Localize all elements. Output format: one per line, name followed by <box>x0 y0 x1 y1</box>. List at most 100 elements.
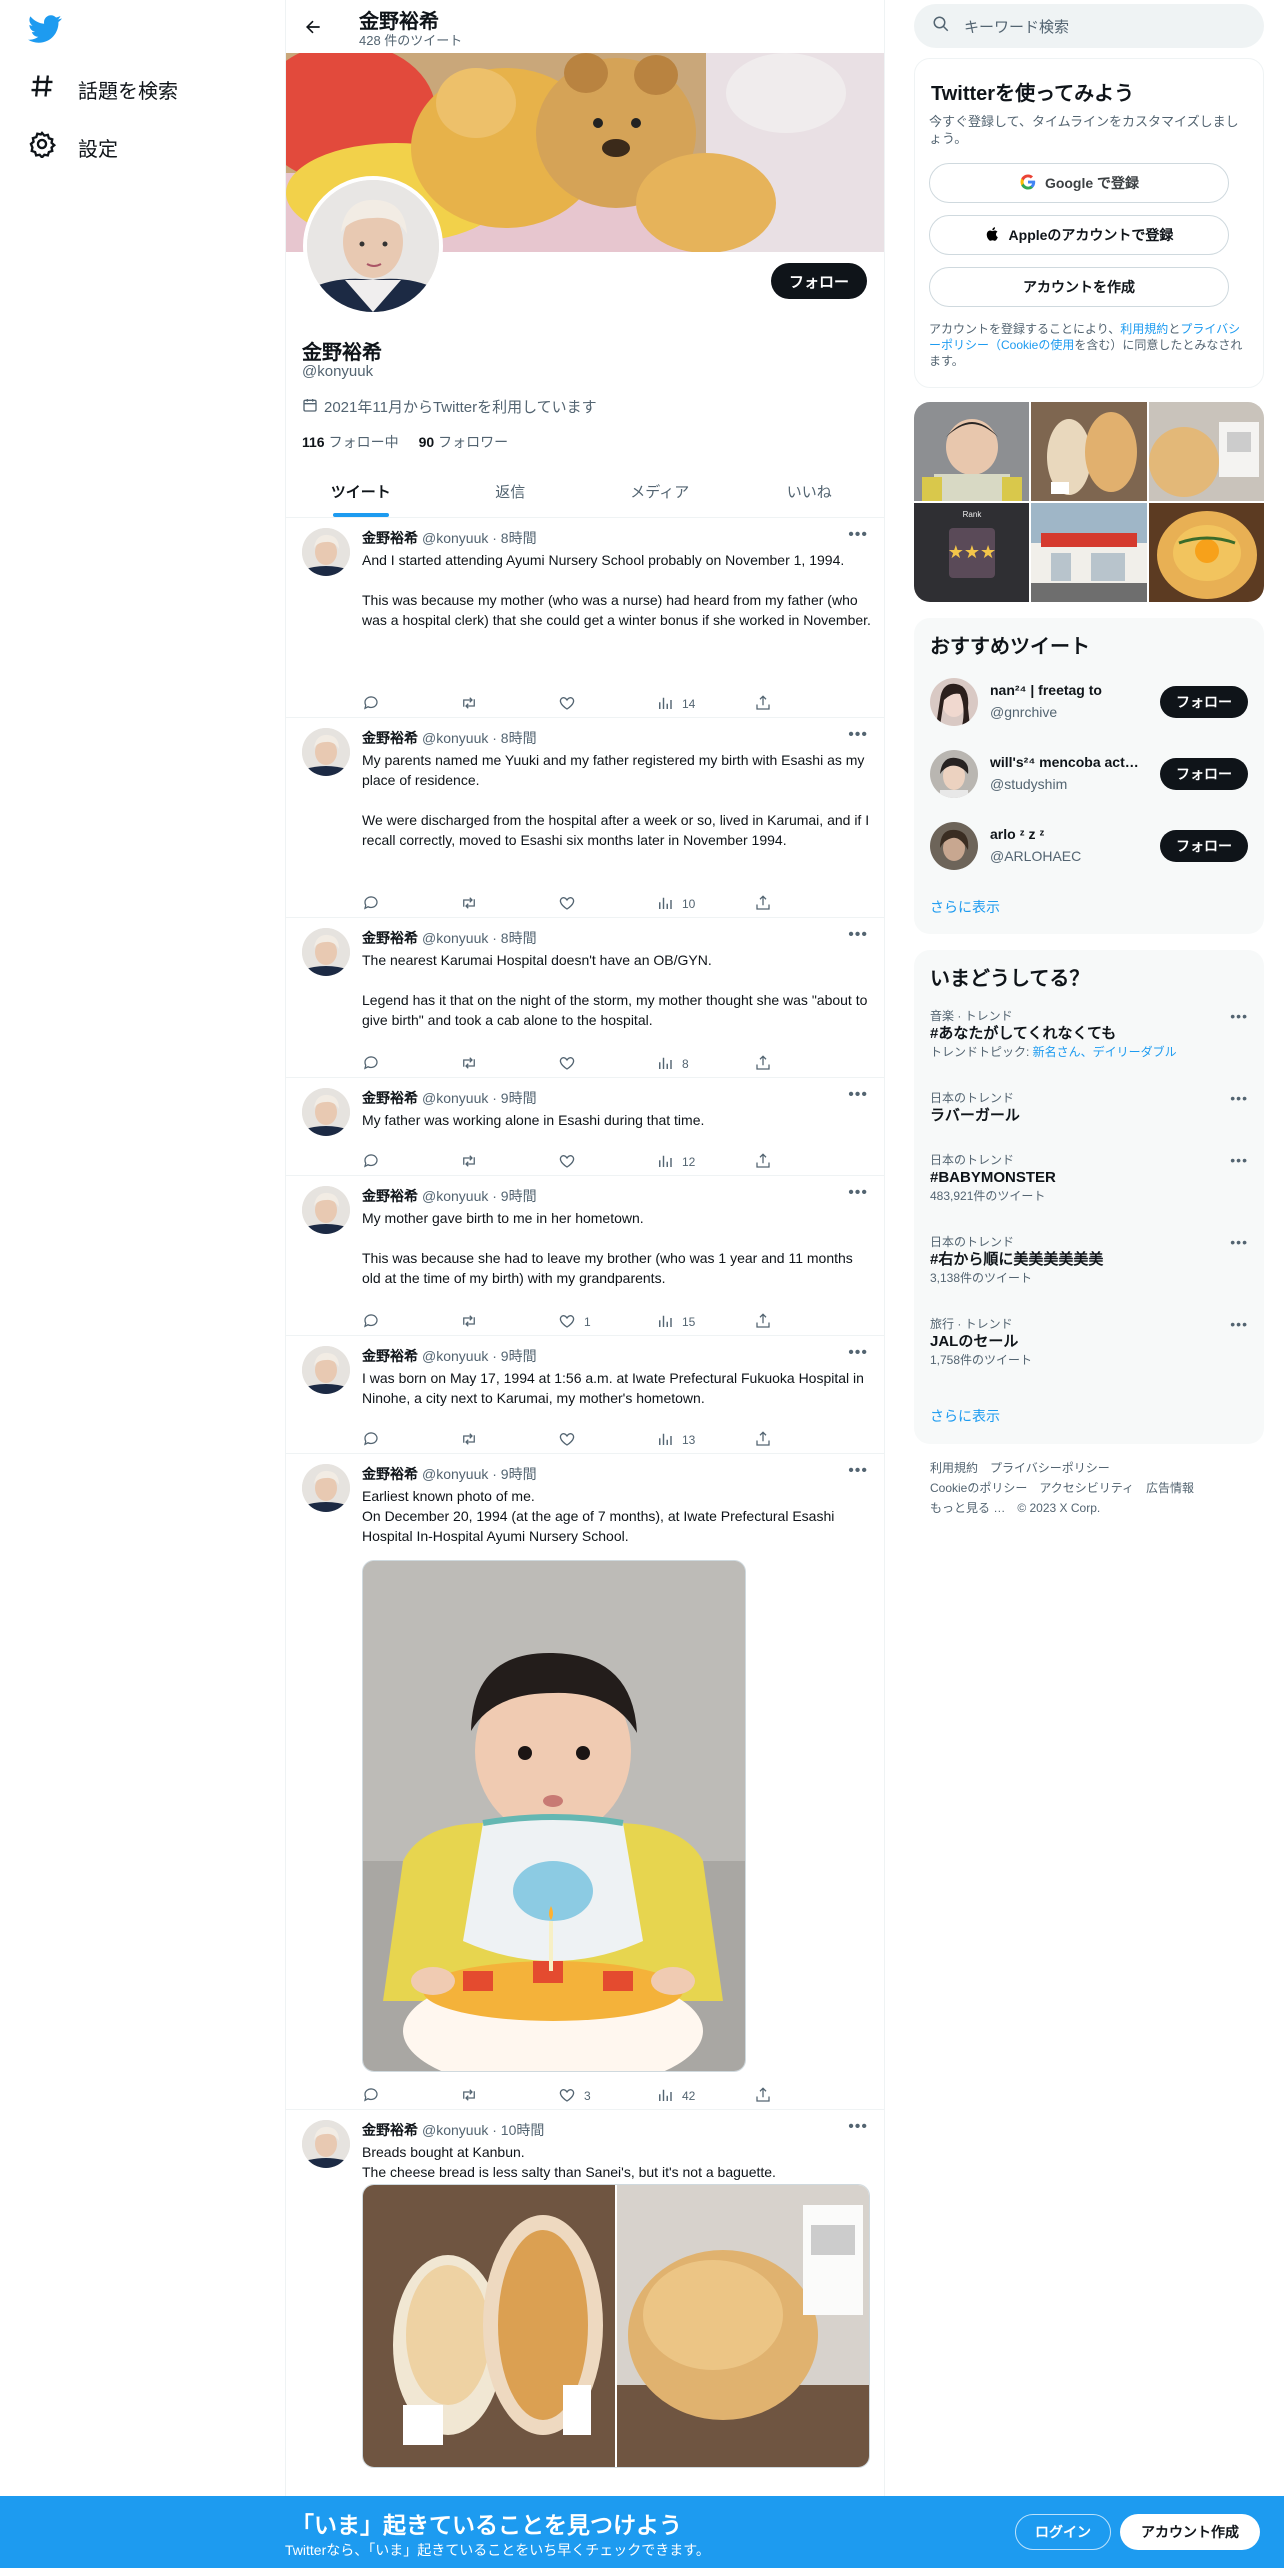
reply-button[interactable] <box>362 1312 410 1333</box>
tweet-author-name[interactable]: 金野裕希 <box>362 530 418 546</box>
tweet[interactable]: 金野裕希 @konyuuk · 8時間 ••• The nearest Karumai… <box>286 918 884 1078</box>
more-options-icon[interactable]: ••• <box>848 2118 868 2136</box>
reply-button[interactable] <box>362 1152 410 1173</box>
login-button[interactable]: ログイン <box>1015 2514 1111 2550</box>
views-button[interactable]: 15 <box>656 1312 704 1333</box>
trend-item[interactable]: 日本のトレンド ラバーガール ••• <box>930 1090 1248 1126</box>
more-options-icon[interactable]: ••• <box>848 926 868 944</box>
tweet[interactable]: 金野裕希 @konyuuk · 9時間 ••• My mother gave birt… <box>286 1176 884 1336</box>
views-button[interactable]: 8 <box>656 1054 704 1075</box>
trend-item[interactable]: 日本のトレンド #右から順に美美美美美美 3,138件のツイート ••• <box>930 1234 1248 1286</box>
tweet-photo[interactable] <box>362 2184 870 2468</box>
more-options-icon[interactable]: ••• <box>848 1086 868 1104</box>
avatar[interactable] <box>302 1464 350 1512</box>
tweet-author-handle[interactable]: @konyuuk <box>422 730 488 746</box>
tweet-author-name[interactable]: 金野裕希 <box>362 930 418 946</box>
show-more-link[interactable]: さらに表示 <box>930 1406 1000 1426</box>
google-signup-button[interactable]: Google で登録 <box>929 163 1229 203</box>
trend-topic-link[interactable]: 新名さん、デイリーダブル <box>1033 1045 1177 1059</box>
media-thumb[interactable] <box>914 402 1030 501</box>
share-button[interactable] <box>754 1152 802 1173</box>
tweet[interactable]: 金野裕希 @konyuuk · 9時間 ••• My father was worki… <box>286 1078 884 1176</box>
trend-item[interactable]: 旅行 · トレンド JALのセール 1,758件のツイート ••• <box>930 1316 1248 1368</box>
share-button[interactable] <box>754 2086 802 2107</box>
twitter-bird-icon[interactable] <box>28 12 62 46</box>
more-options-icon[interactable]: ••• <box>1230 1008 1248 1024</box>
more-options-icon[interactable]: ••• <box>848 526 868 544</box>
retweet-button[interactable] <box>460 2086 508 2107</box>
tweet-author-handle[interactable]: @konyuuk <box>422 1348 488 1364</box>
tab-tweets[interactable]: ツイート <box>286 465 436 517</box>
tweet-author-name[interactable]: 金野裕希 <box>362 1466 418 1482</box>
avatar[interactable] <box>302 1186 350 1234</box>
media-thumb[interactable] <box>1031 402 1147 501</box>
like-button[interactable]: 3 <box>558 2086 606 2107</box>
retweet-button[interactable] <box>460 894 508 915</box>
following-link[interactable]: 116 フォロー中 <box>302 432 399 452</box>
create-account-button[interactable]: アカウントを作成 <box>929 267 1229 307</box>
tweet[interactable]: 金野裕希 @konyuuk · 8時間 ••• My parents named me… <box>286 718 884 918</box>
avatar[interactable] <box>302 728 350 776</box>
media-thumb[interactable] <box>1148 402 1264 501</box>
like-button[interactable] <box>558 1430 606 1451</box>
footer-line-3[interactable]: もっと見る … © 2023 X Corp. <box>930 1498 1250 1518</box>
tweet-author-name[interactable]: 金野裕希 <box>362 1188 418 1204</box>
retweet-button[interactable] <box>460 1054 508 1075</box>
tweet-author-name[interactable]: 金野裕希 <box>362 2122 418 2138</box>
tweet[interactable]: 金野裕希 @konyuuk · 10時間 ••• Breads bought at K… <box>286 2110 884 2500</box>
reply-button[interactable] <box>362 2086 410 2107</box>
tweet-time[interactable]: · 9時間 <box>492 1348 536 1364</box>
views-button[interactable]: 42 <box>656 2086 704 2107</box>
share-button[interactable] <box>754 694 802 715</box>
like-button[interactable] <box>558 894 606 915</box>
more-options-icon[interactable]: ••• <box>1230 1316 1248 1332</box>
media-thumb[interactable] <box>1031 503 1147 602</box>
terms-link[interactable]: 利用規約 <box>1120 322 1168 336</box>
tweet-time[interactable]: · 8時間 <box>492 530 536 546</box>
retweet-button[interactable] <box>460 694 508 715</box>
recommended-user[interactable]: arlo ᶻ z ᶻ @ARLOHAEC フォロー <box>930 818 1248 874</box>
like-button[interactable] <box>558 1054 606 1075</box>
tweet-author-handle[interactable]: @konyuuk <box>422 1090 488 1106</box>
avatar[interactable] <box>302 928 350 976</box>
retweet-button[interactable] <box>460 1430 508 1451</box>
retweet-button[interactable] <box>460 1152 508 1173</box>
recommended-user[interactable]: nan²⁴ | freetag to @gnrchive フォロー <box>930 674 1248 730</box>
tweet-author-name[interactable]: 金野裕希 <box>362 1348 418 1364</box>
reply-button[interactable] <box>362 1054 410 1075</box>
tweet[interactable]: 金野裕希 @konyuuk · 9時間 ••• Earliest known phot… <box>286 1454 884 2110</box>
views-button[interactable]: 14 <box>656 694 704 715</box>
tweet-time[interactable]: · 9時間 <box>492 1090 536 1106</box>
share-button[interactable] <box>754 1430 802 1451</box>
trend-item[interactable]: 音楽 · トレンド #あなたがしてくれなくても トレンドトピック: 新名さん、デイリ… <box>930 1008 1248 1060</box>
tweet-author-name[interactable]: 金野裕希 <box>362 1090 418 1106</box>
tweet-photo[interactable] <box>362 1560 746 2072</box>
footer-line-1[interactable]: 利用規約 プライバシーポリシー <box>930 1458 1250 1478</box>
trend-item[interactable]: 日本のトレンド #BABYMONSTER 483,921件のツイート ••• <box>930 1152 1248 1204</box>
tweet-author-handle[interactable]: @konyuuk <box>422 2122 488 2138</box>
signup-button[interactable]: アカウント作成 <box>1120 2514 1260 2550</box>
views-button[interactable]: 13 <box>656 1430 704 1451</box>
more-options-icon[interactable]: ••• <box>848 1462 868 1480</box>
follow-button[interactable]: フォロー <box>1160 686 1248 718</box>
more-options-icon[interactable]: ••• <box>1230 1234 1248 1250</box>
reply-button[interactable] <box>362 1430 410 1451</box>
tweet-time[interactable]: · 9時間 <box>492 1188 536 1204</box>
follow-button[interactable]: フォロー <box>770 263 867 299</box>
tweet-time[interactable]: · 9時間 <box>492 1466 536 1482</box>
tab-replies[interactable]: 返信 <box>436 465 586 517</box>
tweet-author-handle[interactable]: @konyuuk <box>422 930 488 946</box>
search-box[interactable]: キーワード検索 <box>914 4 1264 48</box>
more-options-icon[interactable]: ••• <box>848 1344 868 1362</box>
back-arrow-icon[interactable] <box>298 12 328 42</box>
like-button[interactable] <box>558 1152 606 1173</box>
media-thumb[interactable]: Rank ★★★ <box>914 503 1030 602</box>
reply-button[interactable] <box>362 694 410 715</box>
avatar[interactable] <box>302 528 350 576</box>
tab-likes[interactable]: いいね <box>735 465 885 517</box>
avatar[interactable] <box>302 1088 350 1136</box>
tweet-time[interactable]: · 10時間 <box>492 2122 544 2138</box>
recommended-user[interactable]: will's²⁴ mencoba acti... @studyshim フォロー <box>930 746 1248 802</box>
more-options-icon[interactable]: ••• <box>1230 1090 1248 1106</box>
retweet-button[interactable] <box>460 1312 508 1333</box>
